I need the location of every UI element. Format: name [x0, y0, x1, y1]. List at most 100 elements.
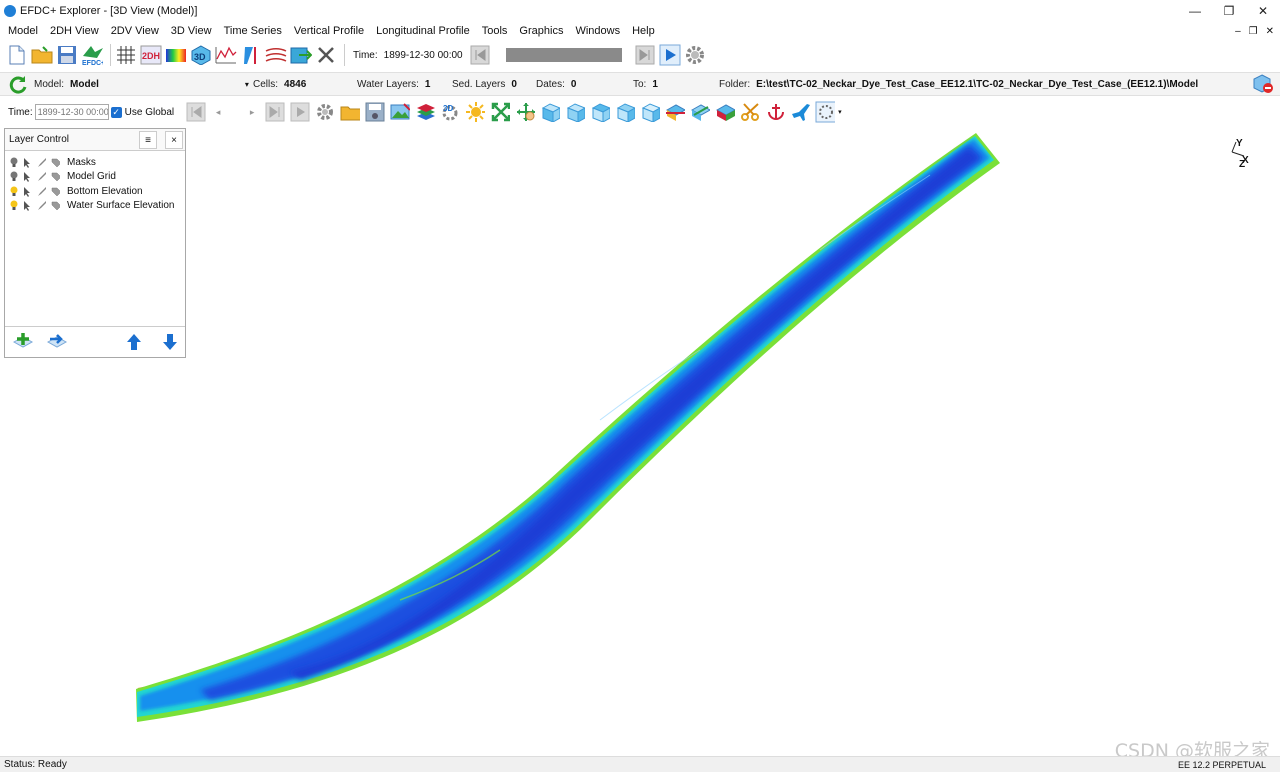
move-layer-down-button[interactable]: [158, 330, 182, 354]
view-top-icon[interactable]: [640, 102, 661, 122]
cut-view-icon[interactable]: [715, 102, 736, 122]
menu-tools[interactable]: Tools: [476, 25, 514, 37]
minimize-button[interactable]: —: [1178, 0, 1212, 22]
scissors-icon[interactable]: [740, 102, 760, 122]
edit-pencil-icon[interactable]: [37, 171, 46, 182]
efdc-logo-icon[interactable]: EFDC+: [81, 44, 103, 66]
mdi-restore-button[interactable]: ❐: [1249, 26, 1258, 37]
menu-longitudinal-profile[interactable]: Longitudinal Profile: [370, 25, 476, 37]
time-series-icon[interactable]: [215, 44, 237, 66]
use-global-checkbox[interactable]: ✓: [110, 106, 122, 118]
view-options-icon[interactable]: [815, 101, 836, 123]
sed-layers-value: 0: [511, 78, 517, 90]
image-export-icon[interactable]: [390, 102, 411, 122]
maximize-button[interactable]: ❐: [1212, 0, 1246, 22]
layer-item-water-surface-elevation[interactable]: Water Surface Elevation: [5, 199, 185, 214]
export-icon[interactable]: [290, 44, 312, 66]
close-button[interactable]: ✕: [1246, 0, 1280, 22]
view-back-icon[interactable]: [565, 102, 586, 122]
cursor-select-icon[interactable]: [23, 200, 32, 212]
menu-3d-view[interactable]: 3D View: [165, 25, 218, 37]
tag-icon[interactable]: [51, 171, 60, 182]
view-3d-icon[interactable]: 3D: [190, 44, 212, 66]
settings-gear-icon[interactable]: [684, 44, 706, 66]
layer-menu-button[interactable]: ≡: [139, 131, 157, 149]
edit-pencil-icon[interactable]: [37, 157, 46, 168]
cursor-select-icon[interactable]: [23, 186, 32, 197]
layer-panel-close-button[interactable]: ×: [165, 131, 183, 149]
add-layer-button[interactable]: [11, 330, 35, 354]
open-view-folder-icon[interactable]: [340, 102, 361, 122]
mdi-close-button[interactable]: ✕: [1266, 26, 1274, 37]
view-time-input[interactable]: [34, 104, 109, 120]
menu-graphics[interactable]: Graphics: [513, 25, 569, 37]
color-ramp-icon[interactable]: [165, 44, 187, 66]
open-folder-icon[interactable]: [31, 44, 53, 66]
tools-icon[interactable]: [315, 44, 337, 66]
first-frame-icon[interactable]: [186, 102, 206, 122]
next-frame-icon[interactable]: ▸: [230, 102, 260, 122]
menu-2dv-view[interactable]: 2DV View: [105, 25, 165, 37]
move-layer-up-button[interactable]: [122, 330, 146, 354]
toolbar-time-value: 1899-12-30 00:00: [383, 49, 463, 61]
menu-vertical-profile[interactable]: Vertical Profile: [288, 25, 370, 37]
visibility-bulb-icon[interactable]: [9, 171, 18, 182]
visibility-bulb-icon[interactable]: [9, 157, 18, 168]
model-status-icon[interactable]: [1252, 74, 1274, 94]
play-icon[interactable]: [659, 44, 681, 66]
model-selector[interactable]: Model: Model ▾: [34, 73, 249, 95]
light-sun-icon[interactable]: [465, 102, 486, 122]
longitudinal-profile-icon[interactable]: [265, 44, 287, 66]
layer-item-bottom-elevation[interactable]: Bottom Elevation: [5, 184, 185, 199]
3d-viewport[interactable]: Y X Z: [0, 126, 1280, 742]
rotate-anchor-icon[interactable]: [765, 102, 785, 122]
cross-section-icon[interactable]: [665, 102, 686, 122]
model-status-cell: [1252, 73, 1274, 95]
animation-progress-bar[interactable]: [505, 48, 622, 62]
view-right-icon[interactable]: [615, 102, 636, 122]
menu-time-series[interactable]: Time Series: [218, 25, 288, 37]
import-layer-button[interactable]: [45, 330, 69, 354]
view-2dh-icon[interactable]: 2DH: [140, 44, 162, 66]
layer-item-masks[interactable]: Masks: [5, 155, 185, 170]
tag-icon[interactable]: [51, 157, 60, 168]
view-front-icon[interactable]: [540, 102, 561, 122]
more-options-chevron-icon[interactable]: ▾: [838, 108, 842, 116]
save-icon[interactable]: [56, 44, 78, 66]
layers-stack-icon[interactable]: [415, 102, 436, 122]
main-toolbar: EFDC+ 2DH 3D Time: 1899-12-30 00:00: [0, 40, 1280, 70]
save-view-icon[interactable]: [365, 102, 385, 122]
menu-model[interactable]: Model: [0, 25, 44, 37]
layer-item-model-grid[interactable]: Model Grid: [5, 170, 185, 185]
pan-hand-icon[interactable]: [515, 102, 536, 122]
tag-icon[interactable]: [51, 200, 60, 211]
visibility-bulb-icon[interactable]: [9, 186, 18, 197]
mdi-minimize-button[interactable]: –: [1235, 26, 1241, 37]
new-file-icon[interactable]: [6, 44, 28, 66]
slice-plane-icon[interactable]: [690, 102, 711, 122]
menu-help[interactable]: Help: [626, 25, 661, 37]
edit-pencil-icon[interactable]: [37, 200, 46, 211]
tag-icon[interactable]: [51, 186, 60, 197]
grid-icon[interactable]: [115, 44, 137, 66]
fly-mode-icon[interactable]: [790, 102, 811, 122]
edit-pencil-icon[interactable]: [37, 186, 46, 197]
step-back-icon[interactable]: [469, 44, 491, 66]
visibility-bulb-icon[interactable]: [9, 200, 18, 211]
step-forward-icon[interactable]: [634, 44, 656, 66]
cursor-select-icon[interactable]: [23, 171, 32, 183]
view-3d-settings-icon[interactable]: 3D: [440, 102, 460, 122]
play-view-icon[interactable]: [290, 102, 310, 122]
menu-windows[interactable]: Windows: [569, 25, 626, 37]
view-left-icon[interactable]: [590, 102, 611, 122]
refresh-icon[interactable]: [8, 74, 28, 94]
view-settings-gear-icon[interactable]: [315, 102, 335, 122]
menu-2dh-view[interactable]: 2DH View: [44, 25, 105, 37]
cursor-select-icon[interactable]: [23, 157, 32, 168]
vertical-profile-icon[interactable]: [240, 44, 262, 66]
chevron-down-icon[interactable]: ▾: [245, 80, 249, 89]
arrow-down-icon: [163, 334, 177, 350]
prev-frame-icon[interactable]: ◂: [211, 102, 225, 122]
last-frame-icon[interactable]: [265, 102, 285, 122]
zoom-extent-icon[interactable]: [490, 102, 511, 122]
